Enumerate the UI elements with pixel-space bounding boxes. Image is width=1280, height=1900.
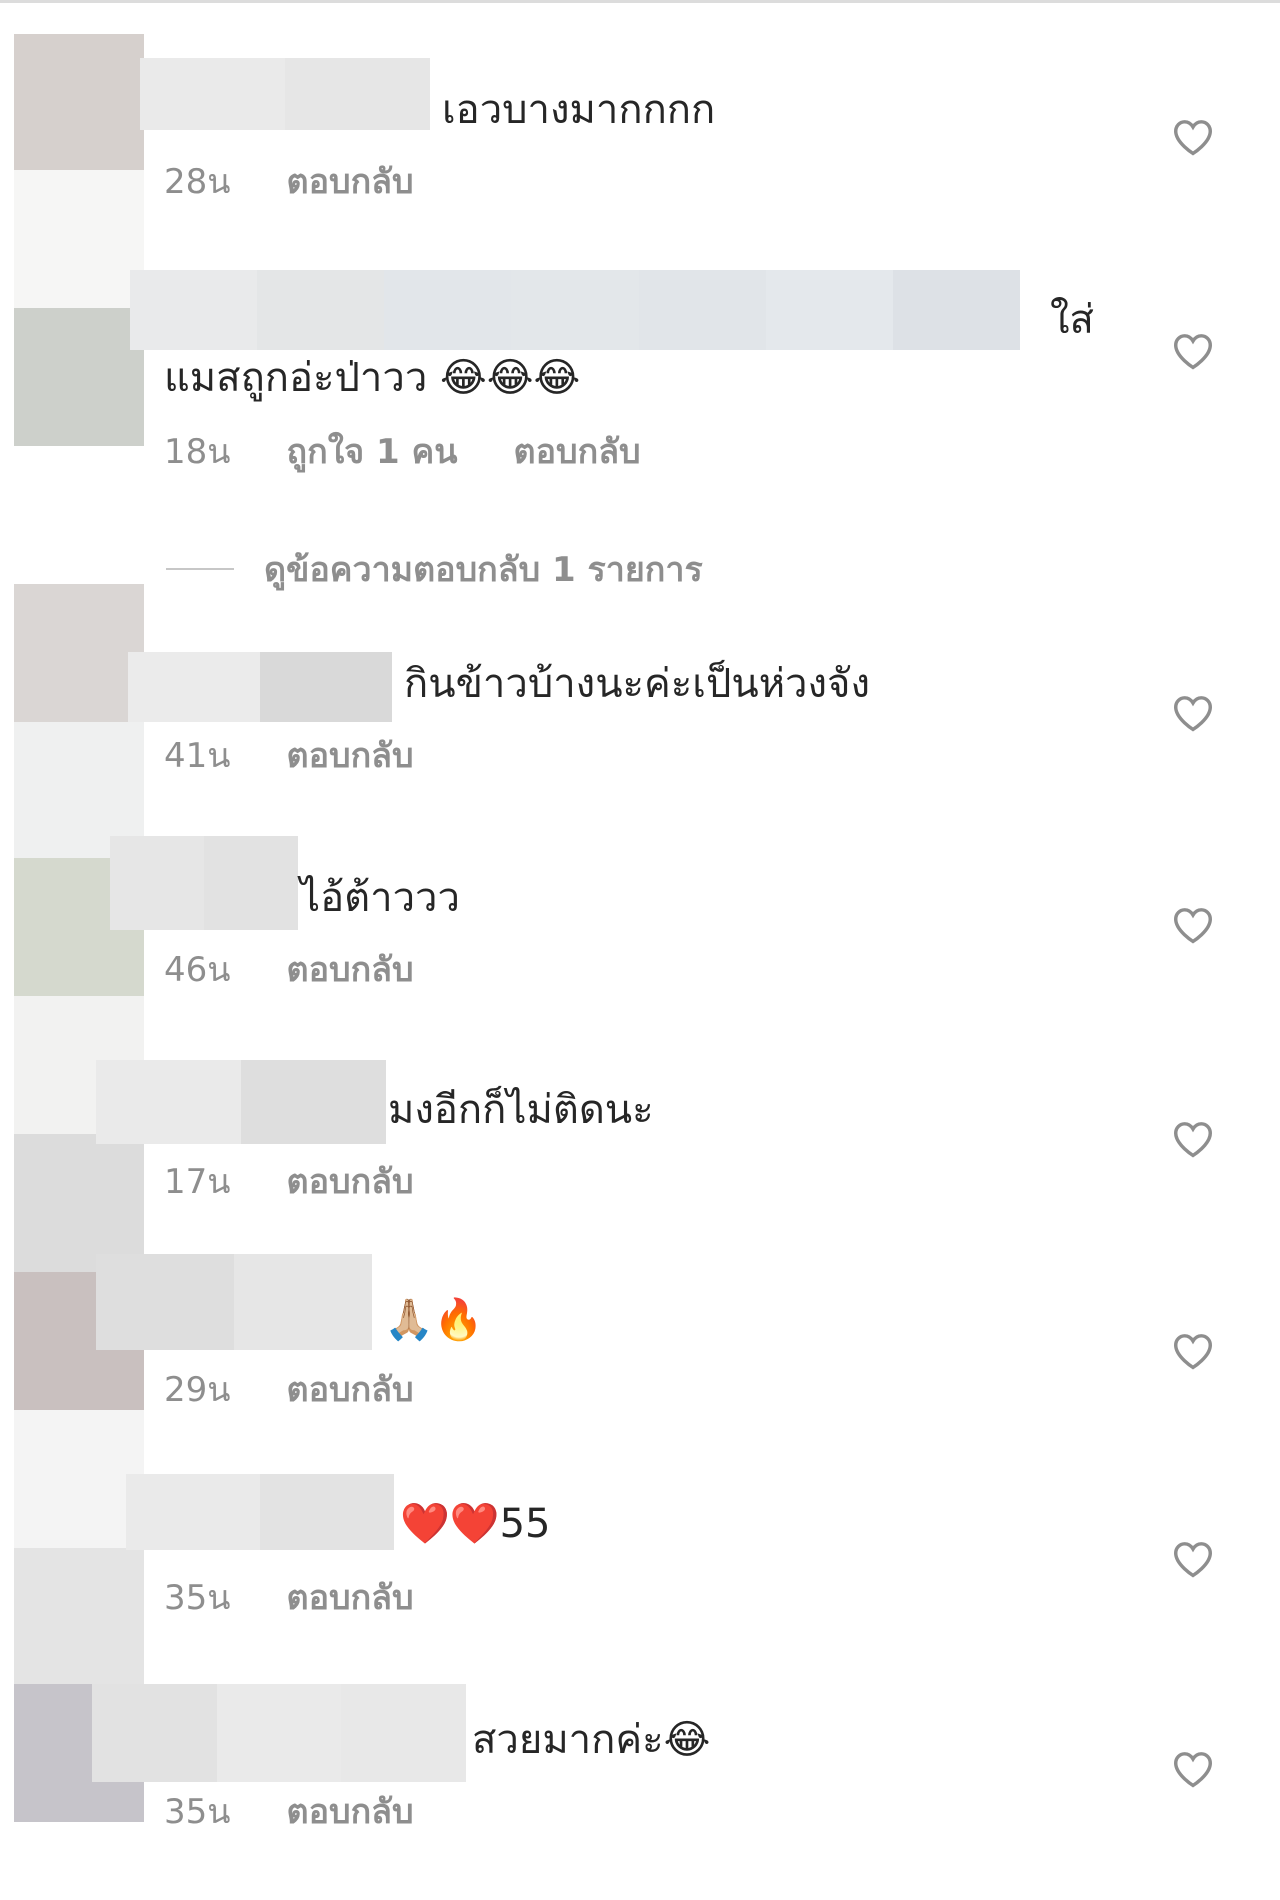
comment-meta: 35น ตอบกลับ (164, 1578, 470, 1618)
reply-button[interactable]: ตอบกลับ (287, 162, 414, 202)
blurred-username[interactable] (92, 1684, 467, 1782)
reply-button[interactable]: ตอบกลับ (514, 432, 641, 472)
comment-time: 35น (164, 1792, 231, 1832)
comment-time: 18น (164, 432, 231, 472)
heart-icon[interactable] (1172, 1750, 1214, 1788)
avatar[interactable] (14, 584, 144, 722)
comment-time: 28น (164, 162, 231, 202)
heart-icon[interactable] (1172, 118, 1214, 156)
comment-meta: 29น ตอบกลับ (164, 1370, 470, 1410)
comment-text: 🙏🏼🔥 (384, 1297, 484, 1343)
comment-time: 29น (164, 1370, 231, 1410)
avatar[interactable] (14, 34, 144, 170)
view-replies-button[interactable]: ดูข้อความตอบกลับ 1 รายการ (166, 542, 703, 596)
heart-icon[interactable] (1172, 1540, 1214, 1578)
comment-text: สวยมากค่ะ😂 (472, 1717, 711, 1763)
reply-button[interactable]: ตอบกลับ (287, 950, 414, 990)
heart-icon[interactable] (1172, 332, 1214, 370)
likes-count-link[interactable]: ถูกใจ 1 คน (287, 432, 458, 472)
comment-text: ไอ้ต้าววว (300, 875, 460, 921)
comment-time: 46น (164, 950, 231, 990)
avatar[interactable] (14, 1134, 144, 1272)
heart-icon[interactable] (1172, 1332, 1214, 1370)
blurred-username[interactable] (96, 1254, 372, 1350)
reply-button[interactable]: ตอบกลับ (287, 1578, 414, 1618)
comment-text-continued: ใส่ (1050, 297, 1094, 343)
comment-text: กินข้าวบ้างนะค่ะเป็นห่วงจัง (404, 661, 871, 707)
view-replies-label: ดูข้อความตอบกลับ 1 รายการ (264, 550, 703, 590)
top-divider (0, 0, 1280, 3)
comment-meta: 17น ตอบกลับ (164, 1162, 470, 1202)
replies-divider-line (166, 568, 234, 570)
heart-icon[interactable] (1172, 694, 1214, 732)
avatar[interactable] (14, 308, 144, 446)
blurred-username[interactable] (110, 836, 298, 930)
comment-text: เอวบางมากกกก (442, 87, 716, 133)
comment-text: ❤️❤️55 (400, 1501, 551, 1547)
reply-button[interactable]: ตอบกลับ (287, 1370, 414, 1410)
blurred-username[interactable] (126, 1474, 394, 1550)
blurred-username[interactable] (140, 58, 430, 130)
avatar[interactable] (14, 1548, 144, 1684)
comment-time: 41น (164, 736, 231, 776)
heart-icon[interactable] (1172, 1120, 1214, 1158)
comment-meta: 35น ตอบกลับ (164, 1792, 470, 1832)
heart-icon[interactable] (1172, 906, 1214, 944)
reply-button[interactable]: ตอบกลับ (287, 1162, 414, 1202)
comment-meta: 46น ตอบกลับ (164, 950, 470, 990)
blurred-username[interactable] (128, 652, 392, 722)
comment-meta: 18น ถูกใจ 1 คน ตอบกลับ (164, 432, 697, 472)
blurred-username[interactable] (96, 1060, 386, 1144)
blurred-username[interactable] (130, 270, 1020, 350)
comment-meta: 28น ตอบกลับ (164, 162, 470, 202)
reply-button[interactable]: ตอบกลับ (287, 1792, 414, 1832)
comment-text: มงอีกก็ไม่ติดนะ (388, 1087, 654, 1133)
comment-time: 35น (164, 1578, 231, 1618)
reply-button[interactable]: ตอบกลับ (287, 736, 414, 776)
comment-text: แมสถูกอ่ะป่าวว 😂😂😂 (164, 355, 581, 401)
comment-meta: 41น ตอบกลับ (164, 736, 470, 776)
comment-time: 17น (164, 1162, 231, 1202)
